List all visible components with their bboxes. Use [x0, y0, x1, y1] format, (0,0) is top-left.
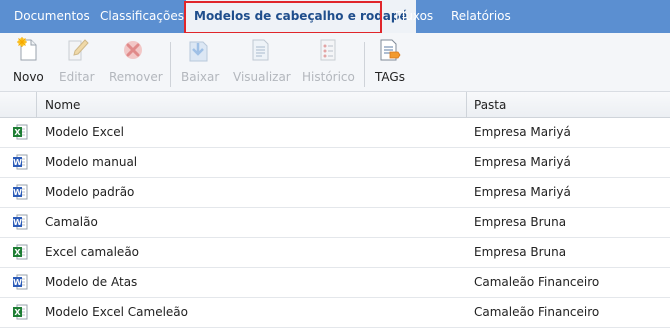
cell-pasta: Camaleão Financeiro [474, 275, 600, 289]
word-file-icon: W [12, 214, 28, 230]
table-row[interactable]: X Modelo Excel Cameleão Camaleão Financeir… [0, 298, 670, 328]
svg-text:W: W [13, 158, 22, 167]
cell-pasta: Empresa Mariyá [474, 185, 571, 199]
edit-button-label: Editar [59, 70, 95, 84]
cell-pasta: Empresa Bruna [474, 215, 567, 229]
svg-text:X: X [14, 128, 21, 137]
cell-pasta: Camaleão Financeiro [474, 305, 600, 319]
download-button-label: Baixar [181, 70, 220, 84]
column-header-nome[interactable]: Nome [45, 92, 80, 118]
tags-button[interactable]: TAGs [370, 33, 410, 92]
cell-nome: Modelo padrão [45, 185, 135, 199]
history-button-label: Histórico [302, 70, 355, 84]
table-row[interactable]: W Modelo padrão Empresa Mariyá [0, 178, 670, 208]
new-document-icon [17, 37, 37, 61]
table-row[interactable]: W Modelo manual Empresa Mariyá [0, 148, 670, 178]
toolbar-separator [170, 42, 171, 87]
new-button-label: Novo [13, 70, 44, 84]
column-divider [36, 92, 37, 118]
cell-nome: Excel camaleão [45, 245, 140, 259]
edit-button[interactable]: Editar [56, 33, 98, 92]
cell-pasta: Empresa Mariyá [474, 155, 571, 169]
remove-x-icon [124, 41, 142, 59]
cell-nome: Modelo manual [45, 155, 138, 169]
table-row[interactable]: X Excel camaleão Empresa Bruna [0, 238, 670, 268]
remove-button[interactable]: Remover [104, 33, 163, 92]
tags-document-icon [380, 39, 401, 61]
svg-text:X: X [14, 248, 21, 257]
history-button[interactable]: Histórico [297, 33, 359, 92]
remove-button-label: Remover [109, 70, 163, 84]
tab-documentos[interactable]: Documentos [14, 0, 90, 33]
word-file-icon: W [12, 154, 28, 170]
toolbar-separator [364, 42, 365, 87]
excel-file-icon: X [12, 124, 28, 140]
cell-pasta: Empresa Mariyá [474, 125, 571, 139]
excel-file-icon: X [12, 244, 28, 260]
cell-nome: Camalão [45, 215, 98, 229]
toolbar: Novo Editar Remover Baixar Visualizar Hi… [0, 33, 670, 92]
cell-nome: Modelo Excel Cameleão [45, 305, 189, 319]
tab-modelos-cabecalho-rodape[interactable]: Modelos de cabeçalho e rodapé [186, 0, 416, 33]
svg-text:W: W [13, 278, 22, 287]
cell-pasta: Empresa Bruna [474, 245, 567, 259]
word-file-icon: W [12, 274, 28, 290]
svg-text:X: X [14, 308, 21, 317]
table-row[interactable]: X Modelo Excel Empresa Mariyá [0, 118, 670, 148]
view-button[interactable]: Visualizar [228, 33, 292, 92]
tab-classificacoes[interactable]: Classificações [100, 0, 184, 33]
history-list-icon [320, 39, 336, 61]
download-button[interactable]: Baixar [176, 33, 220, 92]
view-button-label: Visualizar [233, 70, 291, 84]
cell-nome: Modelo Excel [45, 125, 124, 139]
column-divider [466, 92, 467, 118]
word-file-icon: W [12, 184, 28, 200]
svg-text:W: W [13, 218, 22, 227]
tab-relatorios[interactable]: Relatórios [451, 0, 511, 33]
excel-file-icon: X [12, 304, 28, 320]
top-tab-bar: Documentos Classificações Modelos de cab… [0, 0, 670, 33]
column-header-pasta[interactable]: Pasta [474, 92, 506, 118]
download-icon [189, 41, 208, 62]
svg-text:W: W [13, 188, 22, 197]
table-row[interactable]: W Camalão Empresa Bruna [0, 208, 670, 238]
table-row[interactable]: W Modelo de Atas Camaleão Financeiro [0, 268, 670, 298]
tab-fluxos[interactable]: Fluxos [395, 0, 433, 33]
pencil-icon [68, 39, 89, 61]
view-document-icon [252, 39, 269, 61]
table-header: Nome Pasta [0, 92, 670, 118]
tags-button-label: TAGs [375, 70, 405, 84]
new-button[interactable]: Novo [8, 33, 48, 92]
cell-nome: Modelo de Atas [45, 275, 138, 289]
